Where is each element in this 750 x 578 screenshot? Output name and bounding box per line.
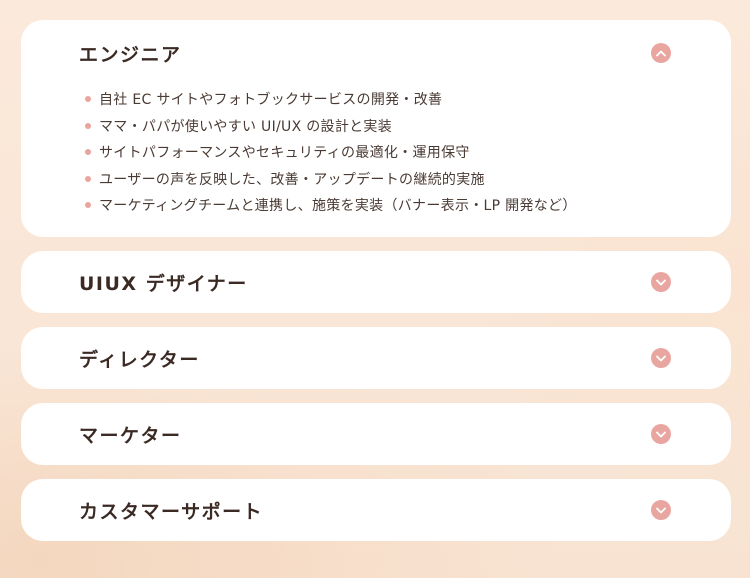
accordion-header-uiux-designer[interactable]: UIUX デザイナー [21, 251, 731, 313]
accordion-title: ディレクター [79, 348, 200, 371]
accordion-item-engineer: エンジニア 自社 EC サイトやフォトブックサービスの開発・改善 ママ・パパが使… [21, 20, 731, 237]
bullet-icon [85, 202, 91, 209]
list-item-text: サイトパフォーマンスやセキュリティの最適化・運用保守 [99, 145, 470, 162]
chevron-down-icon[interactable] [651, 500, 671, 520]
bullet-icon [85, 96, 91, 103]
chevron-down-icon[interactable] [651, 424, 671, 444]
accordion-header-engineer[interactable]: エンジニア [21, 20, 731, 86]
accordion-body-engineer: 自社 EC サイトやフォトブックサービスの開発・改善 ママ・パパが使いやすい U… [21, 86, 731, 219]
list-item-text: ユーザーの声を反映した、改善・アップデートの継続的実施 [99, 171, 485, 188]
list-item-text: マーケティングチームと連携し、施策を実装（バナー表示・LP 開発など） [99, 198, 577, 215]
accordion-title: UIUX デザイナー [79, 272, 248, 295]
list-item: マーケティングチームと連携し、施策を実装（バナー表示・LP 開発など） [85, 192, 691, 219]
list-item: ユーザーの声を反映した、改善・アップデートの継続的実施 [85, 166, 691, 193]
accordion-title: マーケター [79, 424, 182, 447]
accordion-item-customer-support[interactable]: カスタマーサポート [21, 479, 731, 541]
list-item-text: 自社 EC サイトやフォトブックサービスの開発・改善 [99, 92, 443, 109]
accordion-item-director[interactable]: ディレクター [21, 327, 731, 389]
accordion-header-director[interactable]: ディレクター [21, 327, 731, 389]
chevron-up-icon[interactable] [651, 43, 671, 63]
bullet-icon [85, 149, 91, 156]
list-item: ママ・パパが使いやすい UI/UX の設計と実装 [85, 113, 691, 140]
accordion-item-marketer[interactable]: マーケター [21, 403, 731, 465]
chevron-down-icon[interactable] [651, 272, 671, 292]
accordion-title: エンジニア [79, 43, 182, 66]
job-accordion: エンジニア 自社 EC サイトやフォトブックサービスの開発・改善 ママ・パパが使… [21, 20, 731, 555]
bullet-icon [85, 175, 91, 182]
chevron-down-icon[interactable] [651, 348, 671, 368]
list-item-text: ママ・パパが使いやすい UI/UX の設計と実装 [99, 118, 393, 135]
accordion-item-uiux-designer[interactable]: UIUX デザイナー [21, 251, 731, 313]
bullet-icon [85, 122, 91, 129]
list-item: サイトパフォーマンスやセキュリティの最適化・運用保守 [85, 139, 691, 166]
accordion-title: カスタマーサポート [79, 500, 264, 523]
list-item: 自社 EC サイトやフォトブックサービスの開発・改善 [85, 86, 691, 113]
accordion-header-marketer[interactable]: マーケター [21, 403, 731, 465]
accordion-header-customer-support[interactable]: カスタマーサポート [21, 479, 731, 541]
